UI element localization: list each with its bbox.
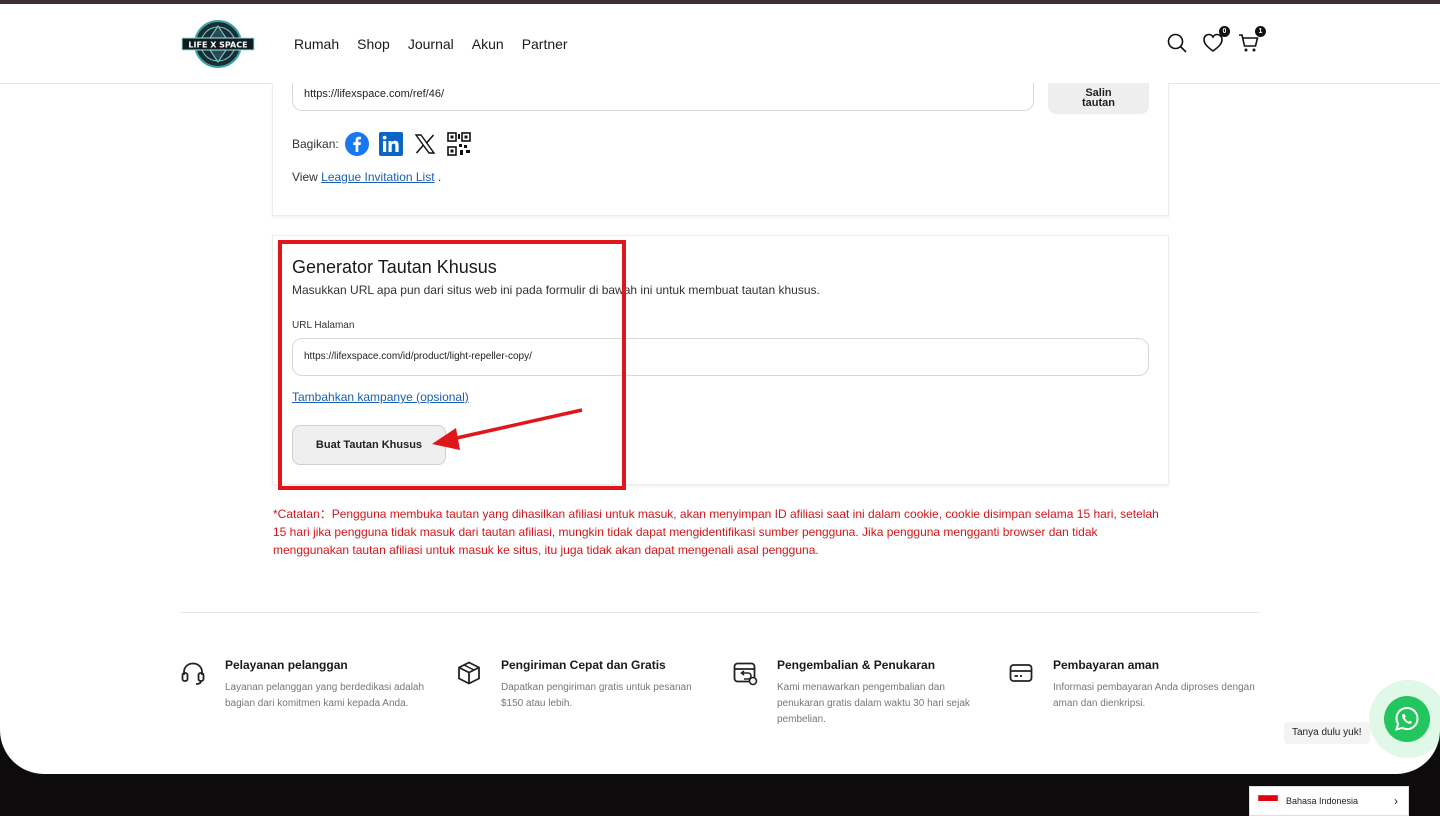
feature-title: Pengiriman Cepat dan Gratis — [501, 658, 666, 672]
linkedin-icon[interactable] — [378, 132, 403, 156]
view-invitation-row: View League Invitation List . — [292, 170, 441, 184]
copy-link-button[interactable]: Salin tautan — [1048, 83, 1149, 114]
indonesia-flag-icon — [1258, 795, 1278, 807]
wishlist-count-badge: 0 — [1219, 26, 1230, 37]
share-row: Bagikan: — [292, 132, 481, 156]
facebook-icon[interactable] — [344, 132, 369, 156]
feature-title: Pengembalian & Penukaran — [777, 658, 936, 672]
chevron-right-icon: › — [1394, 794, 1398, 808]
whatsapp-icon — [1395, 706, 1419, 731]
logo-emblem-icon: LIFE X SPACE — [181, 20, 255, 68]
return-icon — [733, 662, 758, 686]
language-selector[interactable]: Bahasa Indonesia › — [1249, 786, 1409, 816]
whatsapp-button[interactable] — [1384, 696, 1430, 742]
logo[interactable]: LIFE X SPACE — [180, 18, 256, 70]
wishlist-icon[interactable]: 0 — [1202, 26, 1230, 54]
view-prefix: View — [292, 170, 322, 184]
feature-desc: Dapatkan pengiriman gratis untuk pesanan… — [501, 682, 692, 709]
copy-label-line2: tautan — [1082, 97, 1115, 109]
url-label: URL Halaman — [292, 320, 355, 331]
feature-desc: Kami menawarkan pengembalian dan penukar… — [777, 682, 970, 725]
nav-journal[interactable]: Journal — [408, 34, 454, 54]
add-campaign-link[interactable]: Tambahkan kampanye (opsional) — [292, 390, 469, 404]
league-invitation-link[interactable]: League Invitation List — [321, 170, 434, 184]
affiliate-note: *Catatan：Pengguna membuka tautan yang di… — [273, 507, 1159, 557]
link-generator-card: Generator Tautan Khusus Masukkan URL apa… — [272, 235, 1169, 485]
card-icon — [1009, 664, 1033, 682]
header-actions: 0 1 — [1166, 26, 1266, 54]
nav-rumah[interactable]: Rumah — [294, 34, 339, 54]
share-label: Bagikan: — [292, 137, 339, 151]
nav-akun[interactable]: Akun — [472, 34, 504, 54]
qr-code-icon[interactable] — [446, 132, 471, 156]
main-nav: Rumah Shop Journal Akun Partner — [294, 34, 586, 54]
page: LIFE X SPACE Rumah Shop Journal Akun Par… — [0, 4, 1440, 774]
cart-icon[interactable]: 1 — [1238, 26, 1266, 54]
x-twitter-icon[interactable] — [413, 132, 437, 156]
referral-link-field[interactable]: https://lifexspace.com/ref/46/ — [292, 83, 1034, 111]
footer-divider — [180, 612, 1260, 613]
create-custom-link-button[interactable]: Buat Tautan Khusus — [292, 425, 446, 465]
headset-icon — [181, 662, 205, 685]
feature-desc: Layanan pelanggan yang berdedikasi adala… — [225, 682, 425, 709]
chat-bubble[interactable]: Tanya dulu yuk! — [1284, 722, 1370, 744]
feature-desc: Informasi pembayaran Anda diproses denga… — [1053, 682, 1255, 709]
site-header: LIFE X SPACE Rumah Shop Journal Akun Par… — [0, 4, 1440, 84]
nav-partner[interactable]: Partner — [522, 34, 568, 54]
feature-title: Pelayanan pelanggan — [225, 658, 348, 672]
cart-count-badge: 1 — [1255, 26, 1266, 37]
language-label: Bahasa Indonesia — [1286, 796, 1359, 806]
generator-description: Masukkan URL apa pun dari situs web ini … — [292, 283, 820, 297]
logo-text: LIFE X SPACE — [188, 41, 247, 50]
view-suffix: . — [434, 170, 442, 184]
page-url-input[interactable]: https://lifexspace.com/id/product/light-… — [292, 338, 1149, 376]
box-icon — [458, 661, 480, 685]
nav-shop[interactable]: Shop — [357, 34, 390, 54]
feature-title: Pembayaran aman — [1053, 658, 1160, 672]
generator-title: Generator Tautan Khusus — [292, 257, 497, 277]
search-icon[interactable] — [1166, 32, 1188, 54]
referral-card: https://lifexspace.com/ref/46/ Salin tau… — [272, 83, 1169, 216]
annotation-arrow-icon — [432, 408, 583, 450]
